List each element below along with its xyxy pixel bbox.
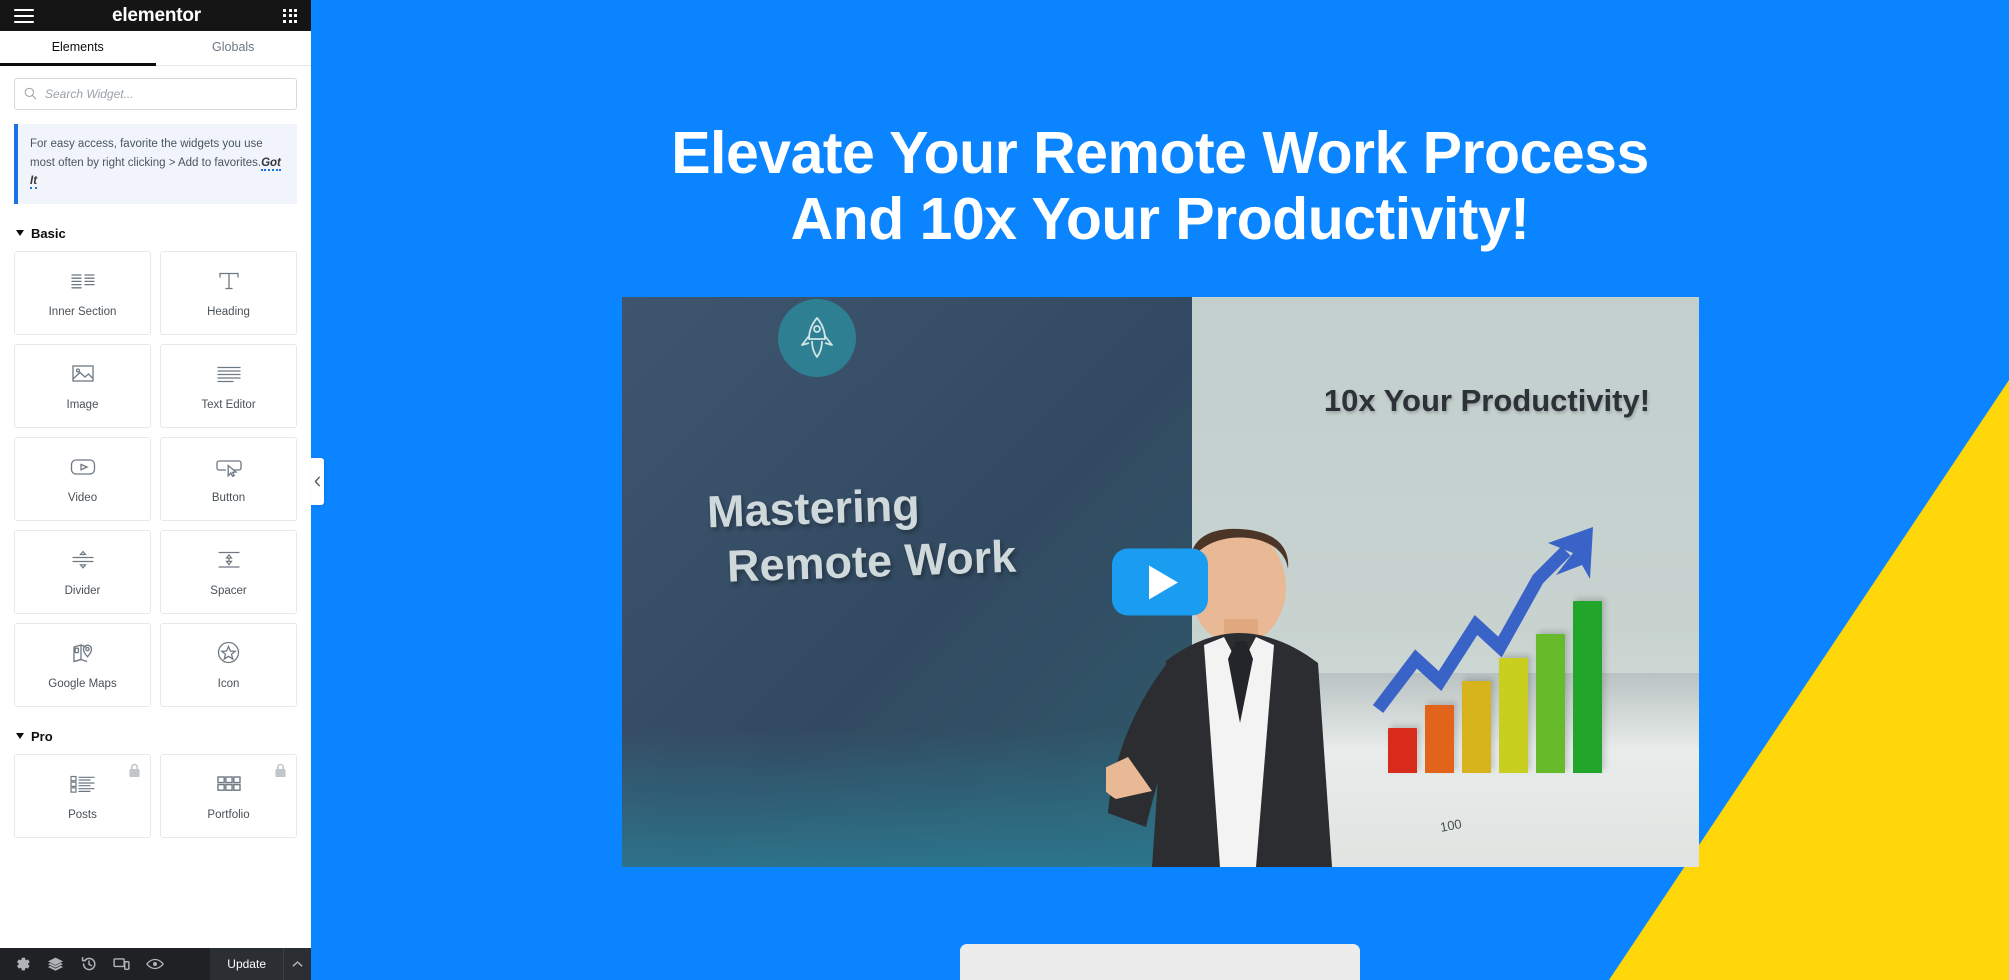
editor-panel: elementor Elements Globals For easy acce… [0, 0, 311, 980]
panel-collapse-handle[interactable] [311, 458, 324, 505]
widgets-scroll-area[interactable]: Basic Inner Section Heading Image Text E… [0, 203, 311, 948]
widget-inner-section[interactable]: Inner Section [14, 250, 151, 335]
chart-bar [1535, 633, 1565, 774]
widget-grid-pro: Posts Portfolio [14, 753, 297, 838]
widget-label: Video [67, 491, 98, 504]
widget-icon[interactable]: Icon [160, 622, 297, 707]
search-section [0, 66, 311, 120]
panel-tabs: Elements Globals [0, 31, 311, 66]
widget-label: Heading [207, 305, 250, 318]
category-title: Basic [31, 225, 66, 241]
widget-portfolio[interactable]: Portfolio [160, 753, 297, 838]
elementor-logo: elementor [111, 4, 201, 26]
hamburger-icon[interactable] [14, 8, 34, 23]
play-button[interactable] [1112, 548, 1208, 616]
settings-gear-icon[interactable] [6, 948, 39, 980]
image-icon [68, 361, 98, 387]
chart-bar [1461, 680, 1491, 774]
update-button[interactable]: Update [210, 948, 283, 980]
widget-label: Inner Section [48, 305, 117, 318]
widget-posts[interactable]: Posts [14, 753, 151, 838]
panel-header: elementor [0, 0, 311, 31]
preview-eye-icon[interactable] [138, 948, 171, 980]
search-icon [24, 87, 37, 105]
chart-bar [1572, 600, 1602, 774]
lock-icon [274, 763, 287, 783]
widget-label: Button [211, 491, 246, 504]
widget-text-editor[interactable]: Text Editor [160, 343, 297, 428]
page-title[interactable]: Elevate Your Remote Work Process And 10x… [311, 120, 2009, 252]
widget-divider[interactable]: Divider [14, 529, 151, 614]
tab-elements[interactable]: Elements [0, 31, 156, 66]
rocket-icon [777, 299, 856, 378]
widget-label: Spacer [210, 584, 247, 597]
category-title: Pro [31, 728, 53, 744]
caret-down-icon [16, 230, 24, 237]
history-clock-icon[interactable] [72, 948, 105, 980]
widget-button[interactable]: Button [160, 436, 297, 521]
video-slide-title-line2: Remote Work [725, 530, 1017, 592]
widget-label: Icon [217, 677, 240, 690]
video-slide-title-line1: Mastering [705, 478, 921, 537]
play-triangle-icon [1148, 565, 1178, 600]
button-cursor-icon [214, 454, 244, 480]
navigator-layers-icon[interactable] [39, 948, 72, 980]
search-input[interactable] [45, 79, 296, 109]
map-pin-icon [68, 640, 98, 666]
video-slide-subtitle: 10x Your Productivity! [1323, 382, 1651, 418]
update-group: Update [210, 948, 311, 980]
widget-image[interactable]: Image [14, 343, 151, 428]
category-header-pro[interactable]: Pro [16, 729, 297, 744]
footer-tools [0, 948, 171, 980]
heading-t-icon [214, 268, 244, 294]
divider-icon [68, 547, 98, 573]
grid-squares-icon [214, 771, 244, 797]
lock-icon [128, 763, 141, 783]
favorites-notice: For easy access, favorite the widgets yo… [14, 124, 297, 204]
widget-heading[interactable]: Heading [160, 250, 297, 335]
panel-footer-toolbar: Update [0, 948, 311, 980]
video-slide-title: Mastering Remote Work [706, 474, 1017, 594]
widget-label: Image [66, 398, 99, 411]
chart-bar [1498, 658, 1528, 774]
star-circle-icon [214, 640, 244, 666]
widget-label: Portfolio [207, 808, 250, 821]
search-box[interactable] [14, 78, 297, 110]
chevron-up-icon[interactable] [283, 948, 311, 980]
responsive-devices-icon[interactable] [105, 948, 138, 980]
bottom-form-field[interactable] [960, 944, 1360, 980]
widget-label: Divider [64, 584, 101, 597]
notice-text: For easy access, favorite the widgets yo… [30, 138, 263, 169]
page-canvas[interactable]: Elevate Your Remote Work Process And 10x… [311, 0, 2009, 980]
video-play-icon [68, 454, 98, 480]
elementor-editor: elementor Elements Globals For easy acce… [0, 0, 2009, 980]
tab-globals[interactable]: Globals [156, 31, 312, 66]
bar-chart-graphic [1387, 600, 1602, 774]
chart-bar [1387, 728, 1417, 774]
widget-grid-basic: Inner Section Heading Image Text Editor … [14, 250, 297, 707]
category-header-basic[interactable]: Basic [16, 226, 297, 241]
widget-video[interactable]: Video [14, 436, 151, 521]
widget-label: Text Editor [201, 398, 256, 411]
video-widget[interactable]: Mastering Remote Work 10x Your Productiv… [621, 297, 1699, 868]
heading-line-1: Elevate Your Remote Work Process [671, 120, 1649, 186]
chart-bar [1424, 705, 1454, 774]
posts-list-icon [68, 771, 98, 797]
widget-spacer[interactable]: Spacer [160, 529, 297, 614]
apps-grid-icon[interactable] [283, 8, 297, 23]
widget-google-maps[interactable]: Google Maps [14, 622, 151, 707]
widget-label: Google Maps [48, 677, 117, 690]
columns-icon [68, 268, 98, 294]
presenter-photo [1097, 491, 1376, 867]
hero-section: Elevate Your Remote Work Process And 10x… [311, 0, 2009, 252]
text-lines-icon [214, 361, 244, 387]
heading-line-2: And 10x Your Productivity! [790, 186, 1530, 253]
caret-down-icon [16, 733, 24, 740]
spacer-icon [214, 547, 244, 573]
widget-label: Posts [68, 808, 97, 821]
